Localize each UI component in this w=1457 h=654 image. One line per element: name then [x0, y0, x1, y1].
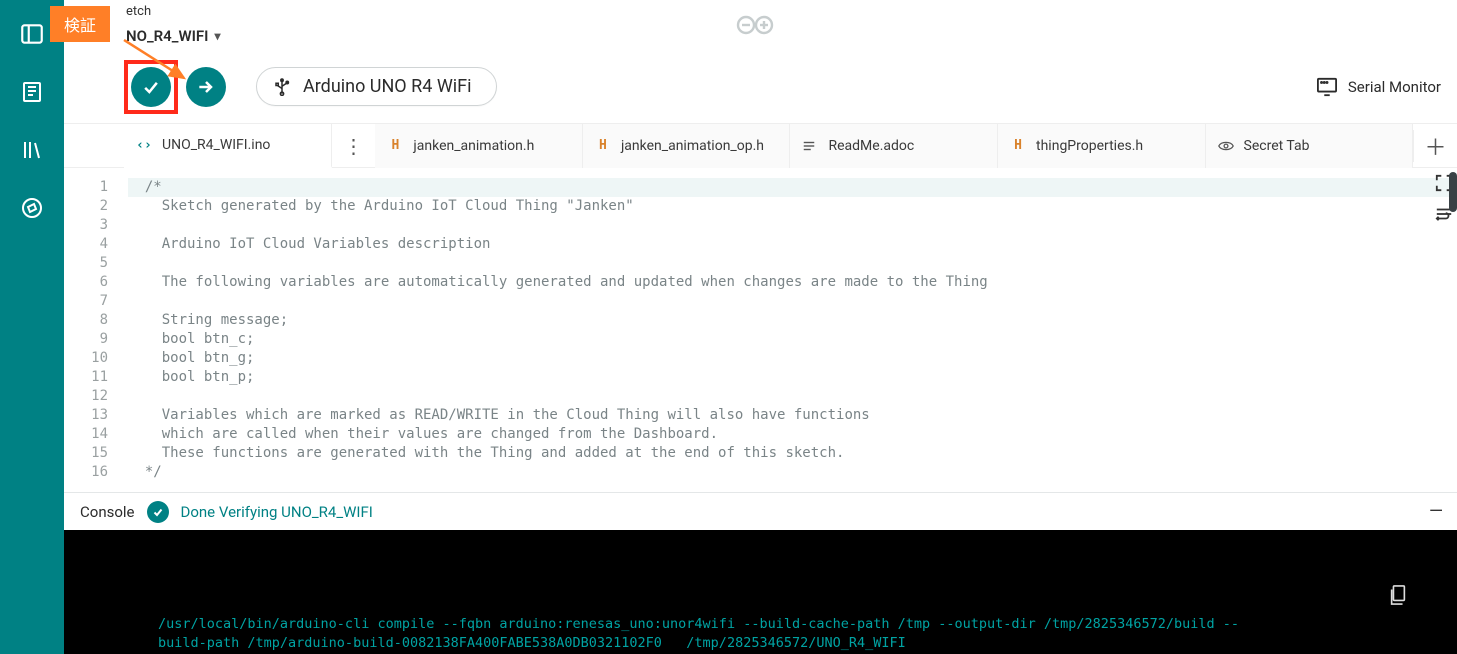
left-sidebar	[0, 0, 64, 654]
tab-janken-animation-op[interactable]: H janken_animation_op.h	[583, 124, 791, 168]
topbar: etch NO_R4_WIFI ▾	[64, 0, 1457, 50]
console-status: Done Verifying UNO_R4_WIFI	[181, 503, 373, 521]
tab-options-button[interactable]: ⋮	[332, 134, 376, 158]
toolbar: Arduino UNO R4 WiFi Serial Monitor	[64, 50, 1457, 124]
console-title: Console	[80, 503, 135, 521]
ino-file-icon: ‹›	[136, 138, 152, 153]
tab-bar: ‹› UNO_R4_WIFI.ino ⋮ H janken_animation.…	[64, 124, 1457, 168]
breadcrumb-sketch: etch	[126, 4, 151, 19]
serial-monitor-label: Serial Monitor	[1348, 78, 1441, 96]
chevron-down-icon: ▾	[215, 29, 221, 43]
verify-success-icon	[147, 501, 169, 523]
eye-icon	[1218, 139, 1234, 153]
copy-output-icon[interactable]	[1388, 546, 1437, 644]
annotation-callout: 検証	[50, 6, 110, 42]
tab-label: thingProperties.h	[1036, 138, 1143, 154]
tab-main-ino[interactable]: ‹› UNO_R4_WIFI.ino	[124, 124, 332, 168]
header-file-icon: H	[595, 138, 611, 153]
main-area: 検証 etch NO_R4_WIFI ▾	[64, 0, 1457, 654]
header-file-icon: H	[387, 138, 403, 153]
tab-label: ReadMe.adoc	[828, 138, 914, 154]
annotation-arrow-icon	[120, 36, 200, 96]
scroll-thumb[interactable]	[1449, 172, 1457, 212]
library-icon[interactable]	[18, 136, 46, 164]
usb-icon	[273, 78, 291, 96]
tab-thing-properties[interactable]: H thingProperties.h	[998, 124, 1206, 168]
sidebar-toggle-icon[interactable]	[18, 20, 46, 48]
console-header: Console Done Verifying UNO_R4_WIFI —	[64, 492, 1457, 530]
serial-monitor-button[interactable]: Serial Monitor	[1316, 77, 1441, 97]
monitor-icon	[1316, 77, 1338, 97]
sketchbook-icon[interactable]	[18, 78, 46, 106]
board-selector[interactable]: Arduino UNO R4 WiFi	[256, 67, 497, 106]
header-file-icon: H	[1010, 138, 1026, 153]
annotation-label: 検証	[64, 16, 96, 35]
arduino-logo-icon	[734, 12, 788, 38]
tab-secret[interactable]: Secret Tab	[1206, 124, 1414, 168]
tab-label: janken_animation.h	[413, 138, 534, 154]
tab-readme[interactable]: ReadMe.adoc	[790, 124, 998, 168]
line-gutter: 12345678910111213141516	[64, 168, 120, 492]
code-content[interactable]: /* Sketch generated by the Arduino IoT C…	[120, 168, 1457, 492]
tab-label: UNO_R4_WIFI.ino	[162, 137, 270, 153]
code-editor[interactable]: 12345678910111213141516 /* Sketch genera…	[64, 168, 1457, 492]
board-label: Arduino UNO R4 WiFi	[303, 76, 472, 97]
editor-scrollbar[interactable]	[1449, 168, 1457, 492]
tab-janken-animation[interactable]: H janken_animation.h	[375, 124, 583, 168]
tab-label: Secret Tab	[1244, 138, 1310, 154]
console-output[interactable]: /usr/local/bin/arduino-cli compile --fqb…	[64, 530, 1457, 654]
collapse-console-button[interactable]: —	[1429, 501, 1441, 522]
tab-label: janken_animation_op.h	[621, 138, 764, 154]
explore-icon[interactable]	[18, 194, 46, 222]
document-file-icon	[802, 139, 818, 153]
add-tab-button[interactable]: ＋	[1413, 130, 1457, 162]
